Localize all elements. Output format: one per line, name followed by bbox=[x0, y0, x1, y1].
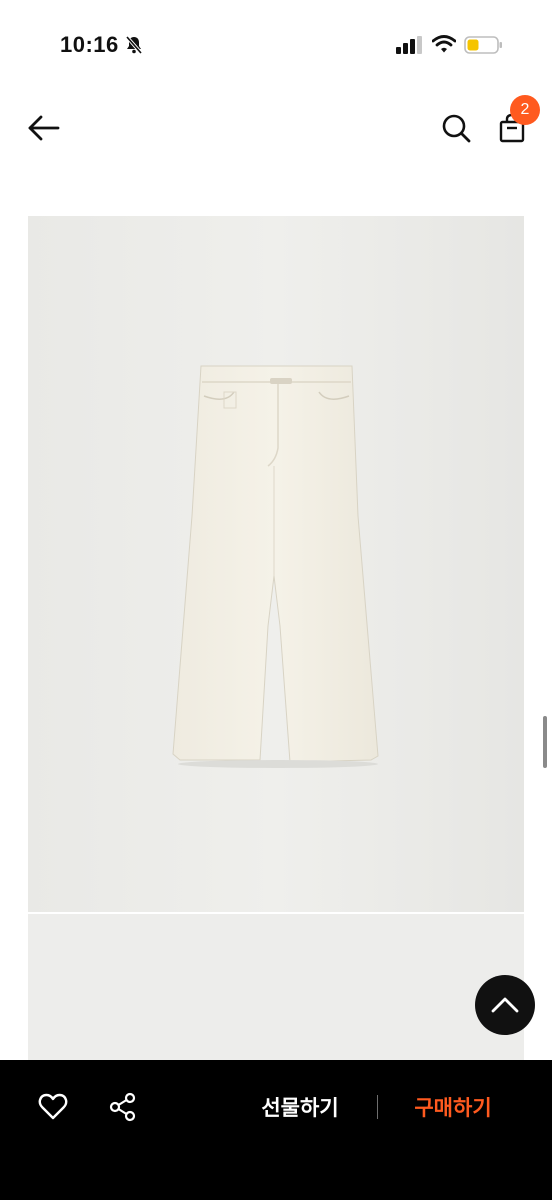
like-button[interactable] bbox=[34, 1088, 72, 1126]
bottom-action-bar: 선물하기 구매하기 bbox=[0, 1060, 552, 1200]
heart-icon bbox=[38, 1093, 68, 1120]
cart-count-badge: 2 bbox=[510, 95, 540, 125]
search-icon bbox=[442, 114, 471, 143]
product-photo-pants bbox=[28, 216, 524, 912]
bell-muted-icon bbox=[124, 35, 144, 60]
product-photo-second bbox=[28, 914, 524, 1066]
search-button[interactable] bbox=[436, 108, 476, 148]
share-button[interactable] bbox=[104, 1088, 142, 1126]
scrollbar-thumb[interactable] bbox=[543, 716, 547, 768]
buy-button[interactable]: 구매하기 bbox=[405, 1090, 501, 1124]
scroll-to-top-button[interactable] bbox=[475, 975, 535, 1035]
battery-icon bbox=[464, 35, 504, 60]
arrow-left-icon bbox=[28, 115, 60, 141]
back-button[interactable] bbox=[24, 108, 64, 148]
action-divider bbox=[377, 1095, 378, 1119]
cellular-signal-icon bbox=[396, 36, 424, 59]
chevron-up-icon bbox=[491, 997, 519, 1013]
share-icon bbox=[109, 1092, 136, 1122]
status-time: 10:16 bbox=[60, 32, 119, 57]
wifi-icon bbox=[431, 34, 457, 59]
gift-button[interactable]: 선물하기 bbox=[252, 1090, 348, 1124]
top-nav bbox=[0, 90, 552, 170]
status-bar: 10:16 bbox=[0, 0, 552, 90]
product-gallery[interactable] bbox=[28, 216, 524, 1066]
